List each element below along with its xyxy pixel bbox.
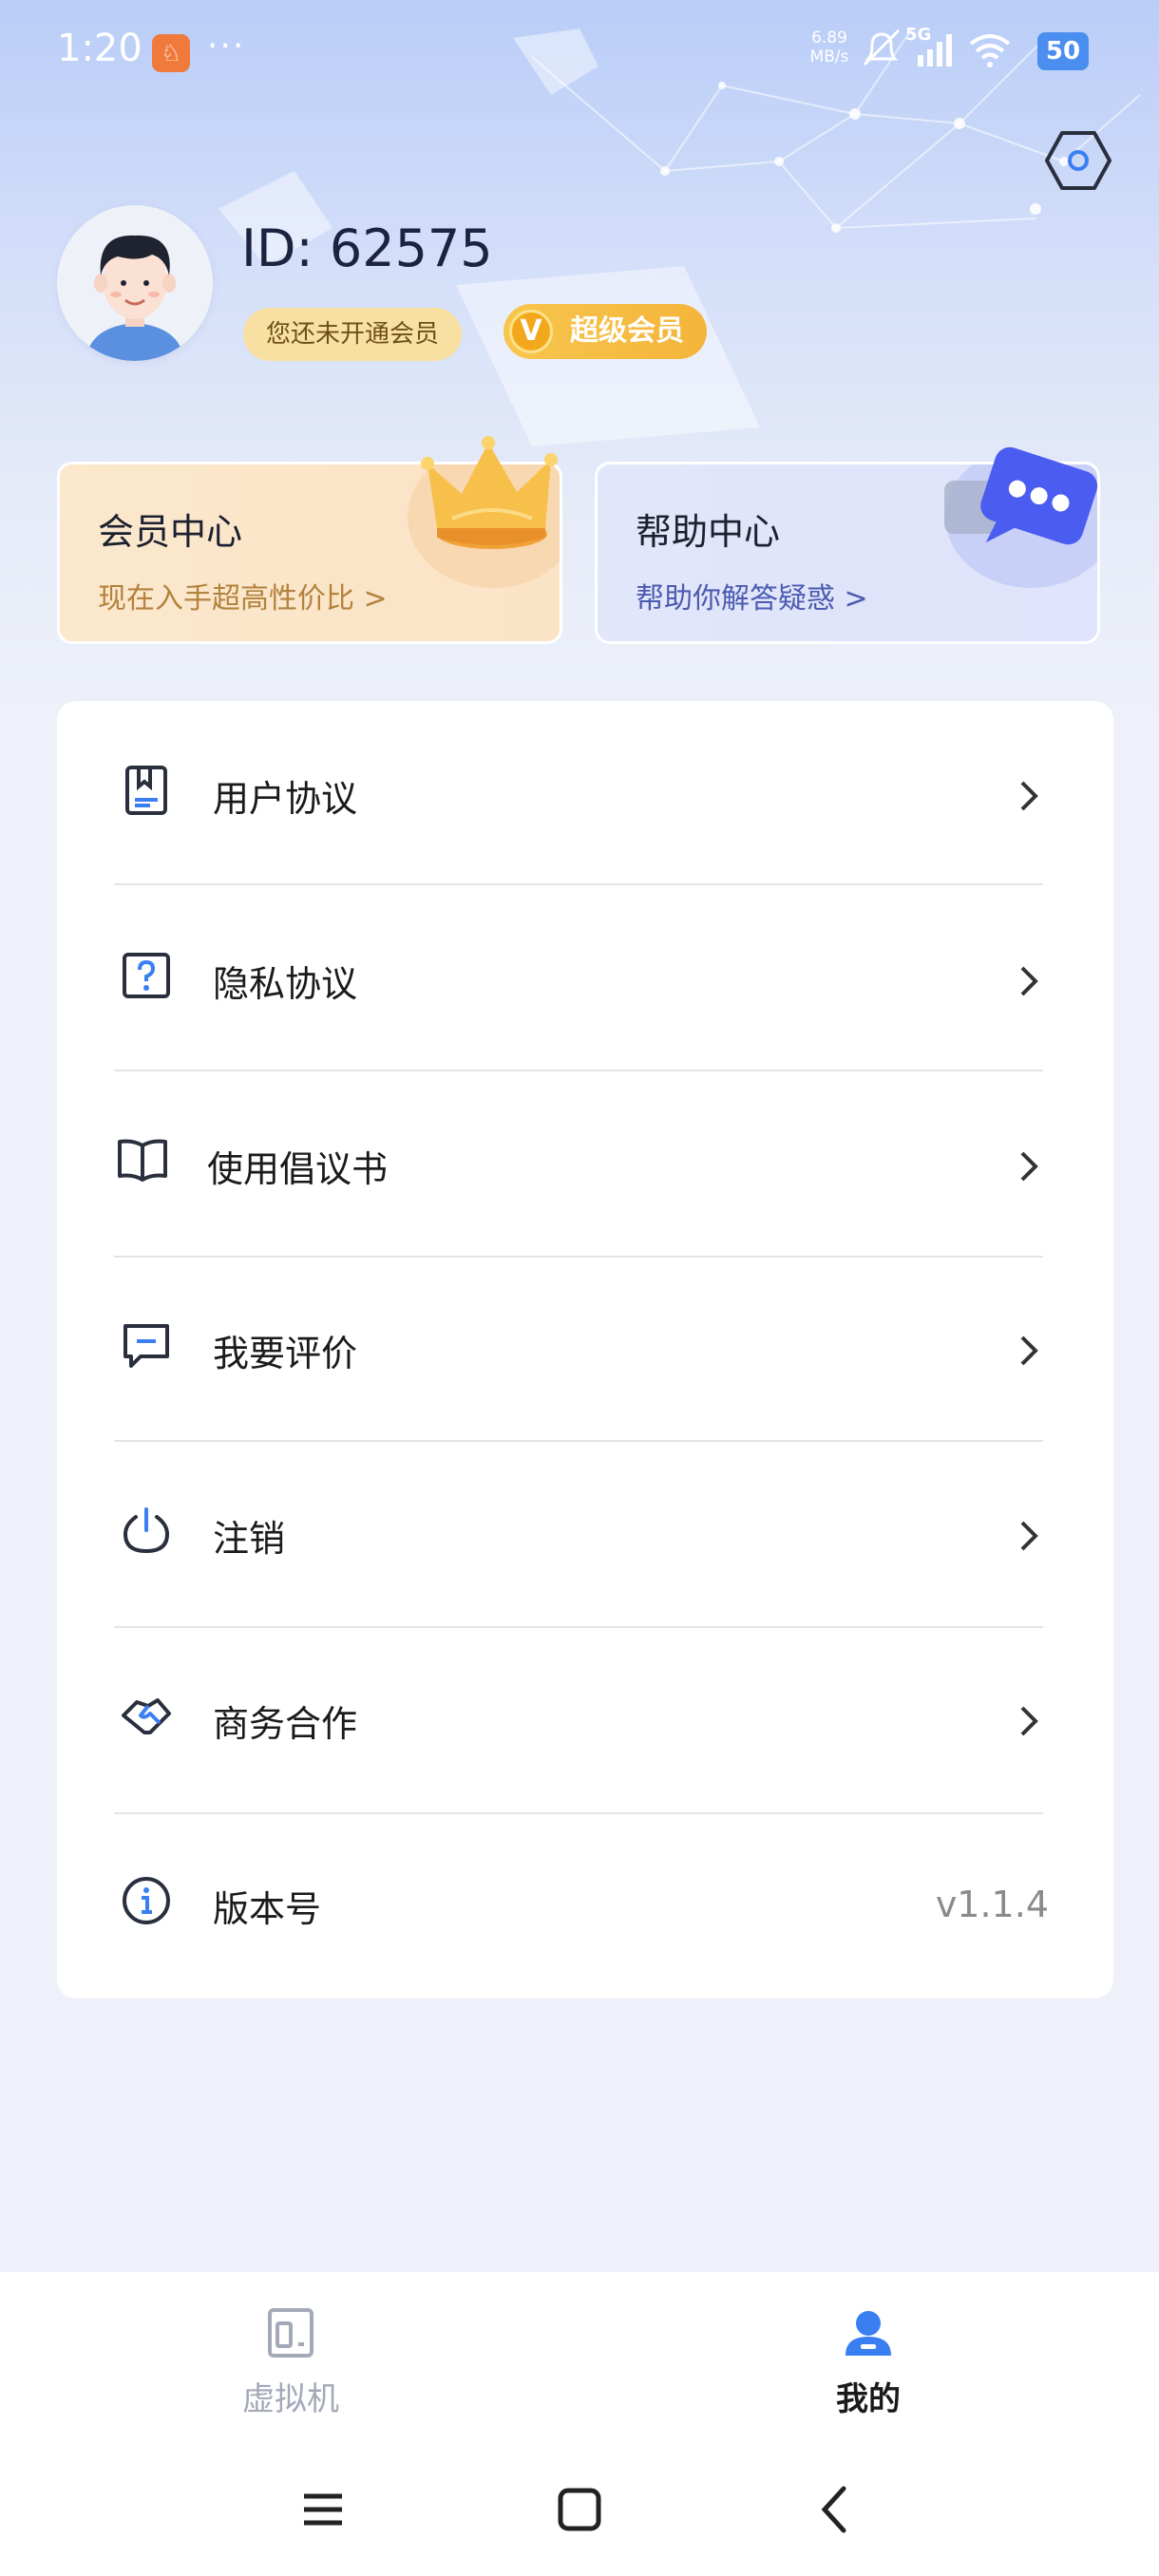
- menu-item-user-agreement[interactable]: 用户协议: [57, 701, 1113, 886]
- menu-item-version: 版本号 v1.1.4: [57, 1811, 1113, 1997]
- chat-bubble-icon: [944, 446, 1098, 545]
- menu-item-usage-proposal[interactable]: 使用倡议书: [57, 1071, 1113, 1257]
- chevron-right-icon: [1020, 1521, 1038, 1551]
- battery-icon: 50: [1037, 32, 1089, 70]
- menu-item-label: 使用倡议书: [207, 1148, 389, 1190]
- bell-muted-icon: [863, 28, 901, 66]
- book-bookmark-icon: [125, 766, 167, 815]
- tab-mine[interactable]: 我的: [754, 2306, 982, 2420]
- person-icon: [846, 2311, 891, 2356]
- info-icon: [123, 1877, 170, 1924]
- open-book-icon: [118, 1139, 167, 1182]
- membership-status-badge: 您还未开通会员: [243, 308, 463, 361]
- chevron-right-icon: [1020, 1151, 1038, 1182]
- network-speed: 6.89 MB/s: [806, 28, 853, 66]
- menu-item-label: 用户协议: [213, 778, 358, 820]
- status-time: 1:20: [57, 27, 142, 70]
- chevron-right-icon: [1020, 1335, 1038, 1366]
- member-center-subtitle: 现在入手超高性价比 >: [98, 582, 388, 616]
- user-id: ID: 62575: [241, 218, 493, 278]
- menu-item-privacy-agreement[interactable]: 隐私协议: [57, 886, 1113, 1071]
- settings-icon[interactable]: [1045, 129, 1112, 192]
- status-icons: [863, 28, 1011, 67]
- menu-item-label: 我要评价: [213, 1333, 358, 1374]
- app-notification-icon: ♘: [152, 34, 190, 72]
- member-center-title: 会员中心: [98, 511, 243, 553]
- comment-icon: [124, 1324, 169, 1368]
- menu-item-label: 隐私协议: [213, 963, 358, 1005]
- super-member-badge[interactable]: V 超级会员: [504, 304, 707, 359]
- system-nav-bar: [0, 2443, 1159, 2576]
- bottom-nav: 虚拟机 我的: [0, 2272, 1159, 2443]
- power-icon: [123, 1507, 170, 1554]
- menu-item-deregister[interactable]: 注销: [57, 1441, 1113, 1626]
- handshake-icon: [122, 1698, 171, 1734]
- menu-item-rate-us[interactable]: 我要评价: [57, 1256, 1113, 1441]
- network-speed-unit: MB/s: [809, 47, 849, 66]
- back-icon[interactable]: [808, 2481, 864, 2538]
- menu-item-label: 版本号: [213, 1888, 322, 1930]
- avatar-illustration: [57, 205, 213, 361]
- vip-icon: V: [509, 310, 553, 353]
- wifi-icon: [969, 34, 1011, 60]
- chevron-right-icon: [1020, 781, 1038, 811]
- crown-icon: [421, 436, 558, 549]
- divider: [114, 883, 1043, 885]
- tab-virtual-machine[interactable]: 虚拟机: [177, 2306, 405, 2420]
- menu-item-business-cooperation[interactable]: 商务合作: [57, 1626, 1113, 1811]
- tab-label: 虚拟机: [242, 2380, 339, 2418]
- menu-item-label: 注销: [213, 1518, 286, 1560]
- question-box-icon: [123, 953, 170, 998]
- menu-icon[interactable]: [294, 2481, 352, 2538]
- super-member-label: 超级会员: [570, 314, 684, 348]
- chevron-right-icon: [1020, 1706, 1038, 1736]
- help-center-title: 帮助中心: [636, 511, 781, 553]
- chevron-right-icon: [1020, 966, 1038, 996]
- help-center-subtitle: 帮助你解答疑惑 >: [636, 582, 868, 616]
- version-number: v1.1.4: [935, 1884, 1049, 1925]
- status-bar: 1:20 ♘ ··· 6.89 MB/s 5G 50: [0, 0, 1159, 104]
- network-speed-value: 6.89: [811, 28, 847, 47]
- virtual-machine-icon: [268, 2308, 314, 2358]
- avatar[interactable]: [57, 205, 213, 361]
- menu-item-label: 商务合作: [213, 1703, 358, 1745]
- network-type: 5G: [905, 25, 932, 45]
- home-icon[interactable]: [551, 2481, 608, 2538]
- tab-label: 我的: [836, 2380, 901, 2418]
- more-notifications-icon: ···: [207, 27, 246, 66]
